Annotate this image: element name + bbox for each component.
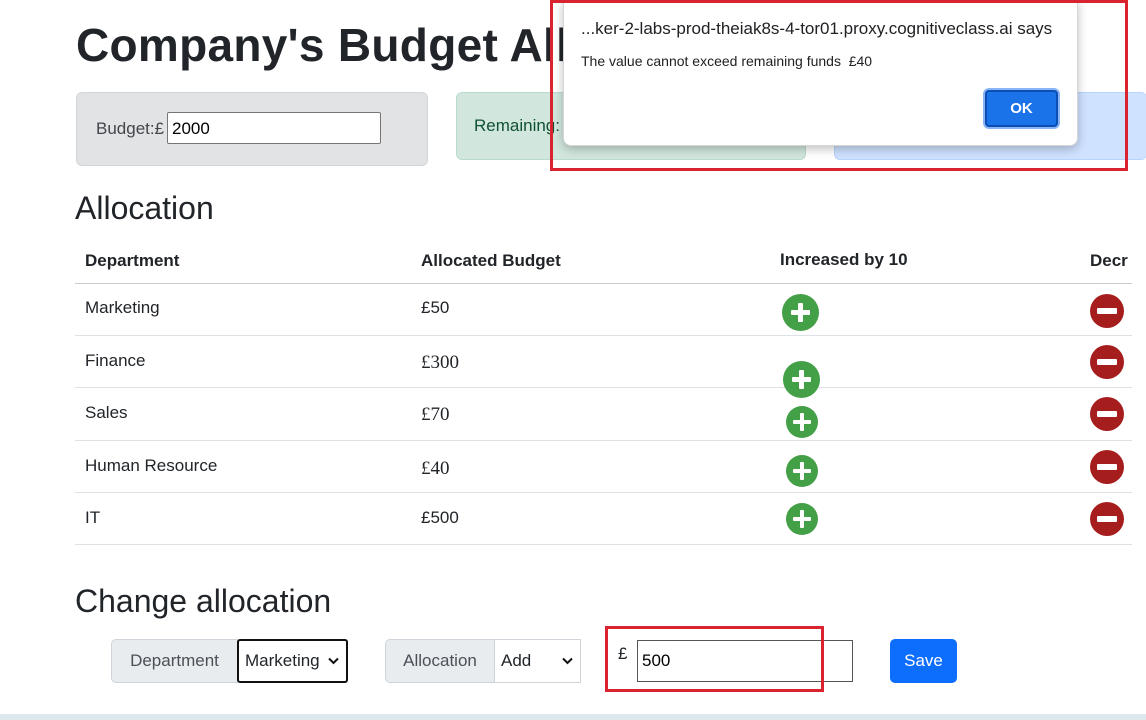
table-cell-budget: £500: [421, 508, 459, 527]
decrease-finance-button[interactable]: [1090, 345, 1124, 379]
increase-it-button[interactable]: [786, 503, 818, 535]
table-cell-department: Marketing: [85, 298, 160, 317]
highlight-frame-amount: [605, 626, 824, 692]
allocation-select-label: Allocation: [385, 639, 495, 683]
table-header-divider: [75, 283, 1132, 284]
minus-circle-icon: [1097, 359, 1117, 365]
table-cell-budget: £70: [421, 404, 450, 425]
table-cell-budget: £40: [421, 458, 450, 479]
chevron-down-icon: [328, 657, 339, 665]
column-header-allocated-budget: Allocated Budget: [421, 251, 561, 270]
minus-circle-icon: [1097, 464, 1117, 470]
row-divider: [75, 335, 1132, 336]
plus-circle-icon: [793, 462, 811, 480]
decrease-sales-button[interactable]: [1090, 397, 1124, 431]
allocation-select-value: Add: [501, 651, 532, 670]
budget-input[interactable]: 2000: [167, 112, 381, 144]
highlight-frame-dialog: [550, 0, 1128, 171]
decrease-it-button[interactable]: [1090, 502, 1124, 536]
save-button[interactable]: Save: [890, 639, 957, 683]
decrease-marketing-button[interactable]: [1090, 294, 1124, 328]
budget-label: Budget:£: [96, 119, 165, 138]
column-header-department: Department: [85, 251, 180, 270]
minus-circle-icon: [1097, 308, 1117, 314]
increase-human-resource-button[interactable]: [786, 455, 818, 487]
chevron-down-icon: [562, 657, 573, 665]
plus-circle-icon: [792, 370, 811, 389]
increase-finance-button[interactable]: [783, 361, 820, 398]
column-header-decrease: Decr: [1090, 251, 1128, 270]
bottom-strip: [0, 714, 1146, 720]
row-divider: [75, 544, 1132, 545]
remaining-label: Remaining:: [474, 116, 560, 135]
increase-sales-button[interactable]: [786, 406, 818, 438]
row-divider: [75, 492, 1132, 493]
department-select[interactable]: Marketing: [237, 639, 348, 683]
table-cell-budget: £300: [421, 352, 459, 373]
allocation-heading: Allocation: [75, 190, 214, 226]
department-select-label: Department: [111, 639, 238, 683]
plus-circle-icon: [793, 510, 811, 528]
minus-circle-icon: [1097, 516, 1117, 522]
table-cell-department: IT: [85, 508, 101, 527]
department-select-value: Marketing: [245, 651, 320, 670]
increase-marketing-button[interactable]: [782, 294, 819, 331]
change-allocation-heading: Change allocation: [75, 583, 332, 619]
plus-circle-icon: [793, 413, 811, 431]
allocation-select[interactable]: Add: [494, 639, 581, 683]
minus-circle-icon: [1097, 411, 1117, 417]
page-title: Company's Budget Allo: [76, 19, 598, 71]
table-cell-budget: £50: [421, 298, 450, 317]
table-cell-department: Finance: [85, 351, 146, 370]
decrease-human-resource-button[interactable]: [1090, 450, 1124, 484]
table-cell-department: Sales: [85, 403, 128, 422]
column-header-increase: Increased by 10: [780, 250, 908, 269]
row-divider: [75, 387, 1132, 388]
row-divider: [75, 440, 1132, 441]
table-cell-department: Human Resource: [85, 456, 218, 475]
plus-circle-icon: [791, 303, 810, 322]
